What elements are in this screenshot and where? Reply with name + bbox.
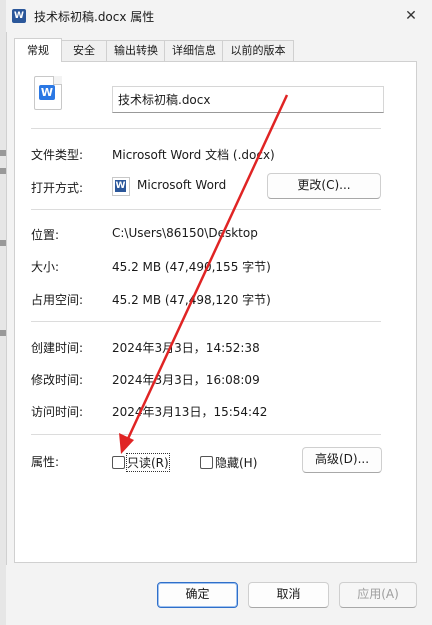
divider bbox=[31, 434, 381, 435]
divider bbox=[31, 321, 381, 322]
close-button[interactable]: ✕ bbox=[400, 5, 422, 27]
open-with-value: Microsoft Word bbox=[137, 178, 227, 192]
disk-size-label: 占用空间: bbox=[31, 293, 84, 307]
created-label: 创建时间: bbox=[31, 341, 84, 355]
modified-value: 2024年3月3日，16:08:09 bbox=[112, 373, 260, 387]
modified-label: 修改时间: bbox=[31, 373, 84, 387]
word-small-icon: W bbox=[112, 177, 130, 196]
filename-input[interactable]: 技术标初稿.docx bbox=[112, 86, 384, 113]
apply-button[interactable]: 应用(A) bbox=[339, 582, 417, 608]
divider bbox=[31, 209, 381, 210]
tab-details[interactable]: 详细信息 bbox=[164, 40, 224, 62]
change-button[interactable]: 更改(C)... bbox=[267, 173, 381, 199]
close-icon: ✕ bbox=[405, 8, 417, 24]
location-value: C:\Users\86150\Desktop bbox=[112, 226, 258, 240]
title-bar: W 技术标初稿.docx 属性 ✕ bbox=[6, 0, 432, 32]
file-type-value: Microsoft Word 文档 (.docx) bbox=[112, 148, 275, 162]
accessed-label: 访问时间: bbox=[31, 405, 84, 419]
window-title: 技术标初稿.docx 属性 bbox=[34, 10, 155, 24]
size-label: 大小: bbox=[31, 260, 60, 274]
readonly-label[interactable]: 只读(R) bbox=[126, 453, 170, 472]
open-with-label: 打开方式: bbox=[31, 181, 84, 195]
disk-size-value: 45.2 MB (47,498,120 字节) bbox=[112, 293, 271, 307]
hidden-label[interactable]: 隐藏(H) bbox=[215, 454, 257, 471]
tab-security[interactable]: 安全 bbox=[60, 40, 108, 62]
attributes-label: 属性: bbox=[31, 455, 60, 469]
readonly-checkbox[interactable] bbox=[112, 456, 125, 469]
tab-output-conversion[interactable]: 输出转换 bbox=[106, 40, 166, 62]
ok-button[interactable]: 确定 bbox=[157, 582, 238, 608]
tab-general[interactable]: 常规 bbox=[14, 38, 62, 62]
word-document-icon: W bbox=[34, 76, 62, 110]
tab-previous-versions[interactable]: 以前的版本 bbox=[222, 40, 294, 62]
dialog-footer: 确定 取消 应用(A) bbox=[6, 565, 432, 625]
filename-value: 技术标初稿.docx bbox=[118, 93, 211, 107]
cancel-button[interactable]: 取消 bbox=[248, 582, 329, 608]
size-value: 45.2 MB (47,490,155 字节) bbox=[112, 260, 271, 274]
accessed-value: 2024年3月13日，15:54:42 bbox=[112, 405, 268, 419]
divider bbox=[31, 128, 381, 129]
advanced-button[interactable]: 高级(D)... bbox=[302, 447, 382, 473]
hidden-checkbox[interactable] bbox=[200, 456, 213, 469]
general-panel: W 技术标初稿.docx 文件类型: Microsoft Word 文档 (.d… bbox=[14, 61, 417, 563]
word-app-icon: W bbox=[12, 9, 26, 23]
location-label: 位置: bbox=[31, 228, 60, 242]
background-window-edge bbox=[0, 0, 7, 625]
created-value: 2024年3月3日，14:52:38 bbox=[112, 341, 260, 355]
file-type-label: 文件类型: bbox=[31, 148, 84, 162]
